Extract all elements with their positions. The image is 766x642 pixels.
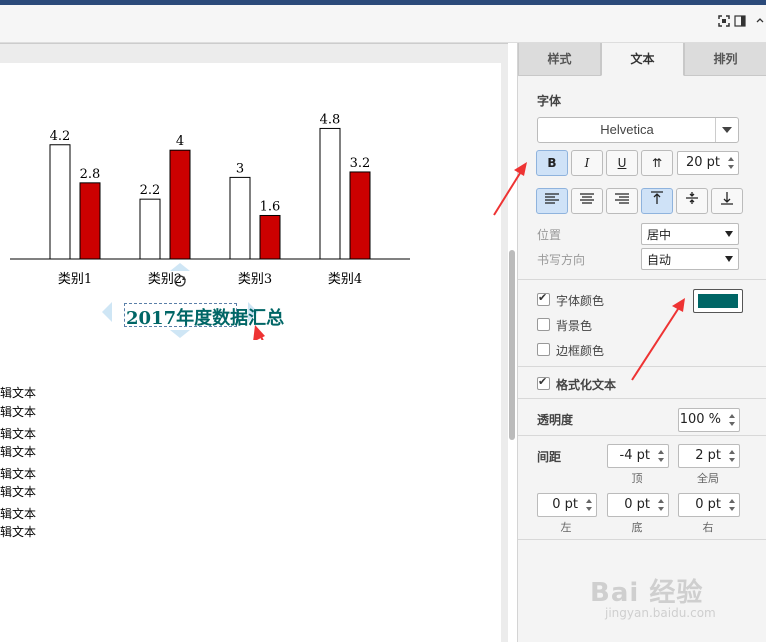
chart-title[interactable]: 2017年度数据汇总 — [126, 304, 284, 330]
font-size-value: 20 pt — [685, 155, 720, 170]
border-color-label: 边框颜色 — [556, 344, 605, 358]
font-color-label: 字体颜色 — [556, 294, 605, 308]
font-label: 字体 — [537, 94, 562, 108]
spacing-bottom-input[interactable]: 0 pt — [607, 493, 669, 517]
divider — [518, 539, 766, 540]
stepper-icon[interactable] — [726, 154, 736, 172]
formatted-text-checkbox[interactable] — [537, 375, 550, 390]
spacing-top-caption: 顶 — [631, 472, 643, 485]
align-center-icon — [580, 193, 594, 204]
underline-button[interactable]: U — [606, 150, 638, 176]
edit-text-2[interactable]: 辑文本 — [0, 403, 36, 420]
stepper-icon[interactable] — [727, 447, 737, 465]
spacing-global-input[interactable]: 2 pt — [678, 444, 740, 468]
align-left-icon — [545, 193, 559, 204]
watermark-url: jingyan.baidu.com — [605, 606, 716, 620]
divider — [518, 279, 766, 280]
valign-top-button[interactable] — [641, 188, 673, 214]
watermark-logo: Bai 经验 — [590, 578, 704, 608]
spacing-label: 间距 — [537, 450, 562, 464]
edit-text-8[interactable]: 辑文本 — [0, 523, 36, 540]
stepper-icon[interactable] — [656, 496, 666, 514]
tab-text[interactable]: 文本 — [601, 43, 684, 76]
spacing-right-value: 0 pt — [695, 497, 721, 512]
bold-button[interactable]: B — [536, 150, 568, 176]
divider — [518, 366, 766, 367]
valign-middle-icon — [686, 192, 698, 204]
valign-top-icon — [651, 191, 663, 204]
valign-bottom-button[interactable] — [711, 188, 743, 214]
spacing-top-input[interactable]: -4 pt — [607, 444, 669, 468]
opacity-input[interactable]: 100 % — [678, 408, 740, 432]
font-family-select[interactable]: Helvetica — [537, 117, 739, 143]
selection-handles[interactable] — [0, 0, 508, 340]
vertical-scrollbar[interactable] — [509, 250, 515, 440]
tab-arrange[interactable]: 排列 — [684, 43, 766, 76]
spacing-left-caption: 左 — [560, 521, 572, 534]
writing-direction-label: 书写方向 — [537, 253, 586, 267]
edit-text-7[interactable]: 辑文本 — [0, 505, 36, 522]
align-right-button[interactable] — [606, 188, 638, 214]
stepper-icon[interactable] — [727, 411, 737, 429]
chevron-down-icon[interactable] — [715, 118, 738, 142]
border-color-checkbox[interactable] — [537, 343, 550, 356]
spacing-global-value: 2 pt — [695, 448, 721, 463]
position-label: 位置 — [537, 228, 562, 242]
font-color-swatch[interactable] — [693, 289, 743, 313]
edit-text-4[interactable]: 辑文本 — [0, 443, 36, 460]
background-color-checkbox[interactable] — [537, 318, 550, 331]
stepper-icon[interactable] — [656, 447, 666, 465]
spacing-left-input[interactable]: 0 pt — [537, 493, 597, 517]
position-value: 居中 — [647, 228, 672, 242]
stepper-icon[interactable] — [584, 496, 594, 514]
writing-direction-select[interactable]: 自动 — [641, 248, 739, 270]
spacing-top-value: -4 pt — [619, 448, 650, 463]
edit-text-3[interactable]: 辑文本 — [0, 425, 36, 442]
handle-bottom[interactable] — [170, 330, 190, 338]
panel-tabs: 样式 文本 排列 — [518, 43, 766, 76]
tab-style[interactable]: 样式 — [518, 43, 601, 76]
vertical-text-button[interactable]: ⇈ — [641, 150, 673, 176]
chevron-icon[interactable] — [756, 17, 764, 25]
fullscreen-icon[interactable] — [718, 15, 730, 27]
edit-text-5[interactable]: 辑文本 — [0, 465, 36, 482]
opacity-label: 透明度 — [537, 413, 574, 427]
dropdown-arrow-icon — [725, 231, 733, 237]
spacing-bottom-value: 0 pt — [624, 497, 650, 512]
font-color-checkbox[interactable] — [537, 291, 550, 306]
edit-text-6[interactable]: 辑文本 — [0, 483, 36, 500]
handle-top[interactable] — [170, 263, 190, 271]
position-select[interactable]: 居中 — [641, 223, 739, 245]
font-color-fill — [698, 294, 738, 308]
formatted-text-label: 格式化文本 — [556, 378, 617, 392]
spacing-bottom-caption: 底 — [631, 521, 643, 534]
background-color-label: 背景色 — [556, 319, 593, 333]
spacing-right-caption: 右 — [702, 521, 714, 534]
spacing-right-input[interactable]: 0 pt — [678, 493, 740, 517]
edit-text-1[interactable]: 辑文本 — [0, 384, 36, 401]
divider — [518, 435, 766, 436]
writing-direction-value: 自动 — [647, 253, 672, 267]
font-size-input[interactable]: 20 pt — [677, 151, 739, 175]
align-right-icon — [615, 193, 629, 204]
align-left-button[interactable] — [536, 188, 568, 214]
spacing-global-caption: 全局 — [697, 472, 719, 485]
dropdown-arrow-icon — [725, 256, 733, 262]
divider — [518, 398, 766, 399]
stepper-icon[interactable] — [727, 496, 737, 514]
format-panel: 样式 文本 排列 字体 Helvetica B I U ⇈ 20 pt 位置 居… — [517, 43, 766, 642]
panel-toggle-icon[interactable] — [734, 15, 746, 27]
spacing-left-value: 0 pt — [552, 497, 578, 512]
opacity-value: 100 % — [679, 412, 721, 427]
valign-middle-button[interactable] — [676, 188, 708, 214]
italic-button[interactable]: I — [571, 150, 603, 176]
align-center-button[interactable] — [571, 188, 603, 214]
font-family-value: Helvetica — [600, 122, 654, 137]
valign-bottom-icon — [721, 192, 733, 205]
handle-left[interactable] — [102, 302, 112, 322]
